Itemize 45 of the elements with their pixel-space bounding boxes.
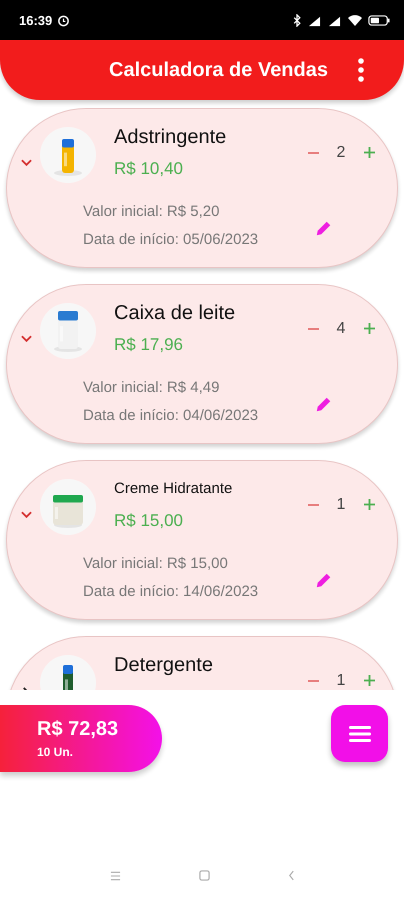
product-price: R$ 10,40 bbox=[114, 159, 184, 179]
plus-icon bbox=[364, 147, 374, 158]
plus-icon bbox=[364, 499, 374, 510]
product-price: R$ 17,96 bbox=[114, 335, 184, 355]
menu-icon bbox=[348, 726, 370, 742]
minus-icon bbox=[308, 680, 318, 682]
app-title: Calculadora de Vendas bbox=[109, 58, 328, 82]
plus-icon bbox=[364, 323, 374, 334]
initial-value: Valor inicial: R$ 5,20 bbox=[83, 203, 220, 220]
alarm-icon bbox=[57, 14, 70, 26]
total-units: 10 Un. bbox=[37, 745, 74, 759]
product-name: Creme Hidratante bbox=[114, 479, 234, 499]
pencil-icon[interactable] bbox=[315, 570, 333, 588]
quantity-value: 1 bbox=[336, 672, 346, 690]
pencil-icon[interactable] bbox=[315, 394, 333, 412]
home-icon[interactable] bbox=[198, 870, 210, 881]
menu-icon[interactable] bbox=[110, 870, 120, 880]
product-name: Caixa de leite bbox=[114, 301, 236, 326]
quantity-value: 4 bbox=[336, 320, 346, 338]
quantity-value: 1 bbox=[336, 496, 346, 514]
start-date: Data de início: 14/06/2023 bbox=[83, 583, 260, 600]
chevron-down-icon[interactable] bbox=[21, 511, 32, 519]
product-price: R$ 15,00 bbox=[114, 511, 184, 531]
minus-icon bbox=[308, 328, 318, 330]
wifi-icon bbox=[347, 14, 363, 26]
back-icon[interactable] bbox=[288, 870, 294, 881]
minus-icon bbox=[308, 152, 318, 154]
quantity-value: 2 bbox=[336, 144, 346, 162]
initial-value: Valor inicial: R$ 15,00 bbox=[83, 555, 229, 572]
chevron-down-icon[interactable] bbox=[21, 159, 32, 167]
plus-icon bbox=[364, 675, 374, 686]
more-icon[interactable] bbox=[358, 58, 364, 82]
minus-icon bbox=[308, 504, 318, 506]
product-name: Adstringente bbox=[114, 125, 228, 150]
menu-button[interactable] bbox=[331, 705, 388, 762]
product-name: Detergente bbox=[114, 653, 214, 678]
start-date: Data de início: 05/06/2023 bbox=[83, 231, 260, 248]
start-date: Data de início: 04/06/2023 bbox=[83, 407, 260, 424]
bluetooth-icon bbox=[292, 14, 302, 26]
initial-value: Valor inicial: R$ 4,49 bbox=[83, 379, 220, 396]
clock-time: 16:39 bbox=[19, 12, 52, 28]
battery-icon bbox=[368, 14, 390, 26]
pencil-icon[interactable] bbox=[315, 218, 333, 236]
chevron-down-icon[interactable] bbox=[21, 335, 32, 343]
total-amount: R$ 72,83 bbox=[37, 718, 120, 741]
